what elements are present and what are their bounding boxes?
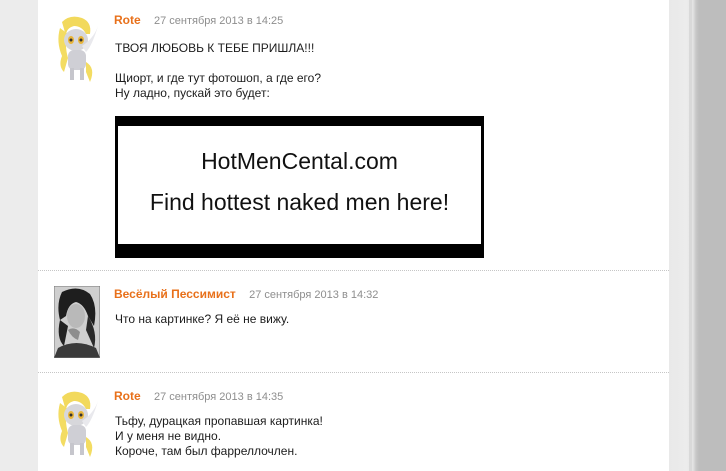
- pony-avatar-icon: [58, 16, 98, 82]
- comment-date[interactable]: 27 сентября 2013 в 14:25: [154, 15, 283, 27]
- page-margin-left: [0, 0, 38, 471]
- image-text: Find hottest naked men here!: [149, 189, 450, 215]
- comment-header: Rote 27 сентября 2013 в 14:35: [114, 389, 283, 404]
- comment-text: Тьфу, дурацкая пропавшая картинка! И у м…: [115, 414, 323, 459]
- photo-avatar-icon: [53, 285, 101, 359]
- scroll-edge: [689, 0, 692, 471]
- comment-line: Ну ладно, пускай это будет:: [115, 86, 270, 100]
- comment-image[interactable]: HotMenCental.com Find hottest naked men …: [115, 116, 484, 258]
- comment-header: Весёлый Пессимист 27 сентября 2013 в 14:…: [114, 287, 378, 302]
- pony-avatar-icon: [58, 391, 98, 457]
- comment: Rote 27 сентября 2013 в 14:35 Тьфу, дура…: [38, 373, 669, 471]
- comments-list: Rote 27 сентября 2013 в 14:25 ТВОЯ ЛЮБОВ…: [38, 0, 669, 471]
- image-text: HotMenCental.com: [201, 148, 398, 174]
- page-margin-right: [669, 0, 726, 471]
- comment-date[interactable]: 27 сентября 2013 в 14:35: [154, 391, 283, 403]
- comment: Rote 27 сентября 2013 в 14:25 ТВОЯ ЛЮБОВ…: [38, 0, 669, 270]
- comment-line: Щиорт, и где тут фотошоп, а где его?: [115, 71, 321, 85]
- author-name[interactable]: Rote: [114, 13, 141, 27]
- comment-line: И у меня не видно.: [115, 429, 222, 443]
- avatar[interactable]: [52, 387, 100, 459]
- comment-line: Тьфу, дурацкая пропавшая картинка!: [115, 414, 323, 428]
- comment-text: Что на картинке? Я её не вижу.: [115, 312, 289, 327]
- comment: Весёлый Пессимист 27 сентября 2013 в 14:…: [38, 271, 669, 372]
- comment-date[interactable]: 27 сентября 2013 в 14:32: [249, 289, 378, 301]
- author-name[interactable]: Rote: [114, 389, 141, 403]
- comment-line: Что на картинке? Я её не вижу.: [115, 312, 290, 326]
- comment-line: Короче, там был фарреллочлен.: [115, 444, 298, 458]
- avatar[interactable]: [52, 12, 100, 84]
- comment-header: Rote 27 сентября 2013 в 14:25: [114, 13, 283, 28]
- author-name[interactable]: Весёлый Пессимист: [114, 287, 236, 301]
- comment-line: ТВОЯ ЛЮБОВЬ К ТЕБЕ ПРИШЛА!!!: [115, 41, 315, 55]
- avatar[interactable]: [53, 285, 101, 359]
- comment-text: ТВОЯ ЛЮБОВЬ К ТЕБЕ ПРИШЛА!!! Щиорт, и гд…: [115, 41, 321, 101]
